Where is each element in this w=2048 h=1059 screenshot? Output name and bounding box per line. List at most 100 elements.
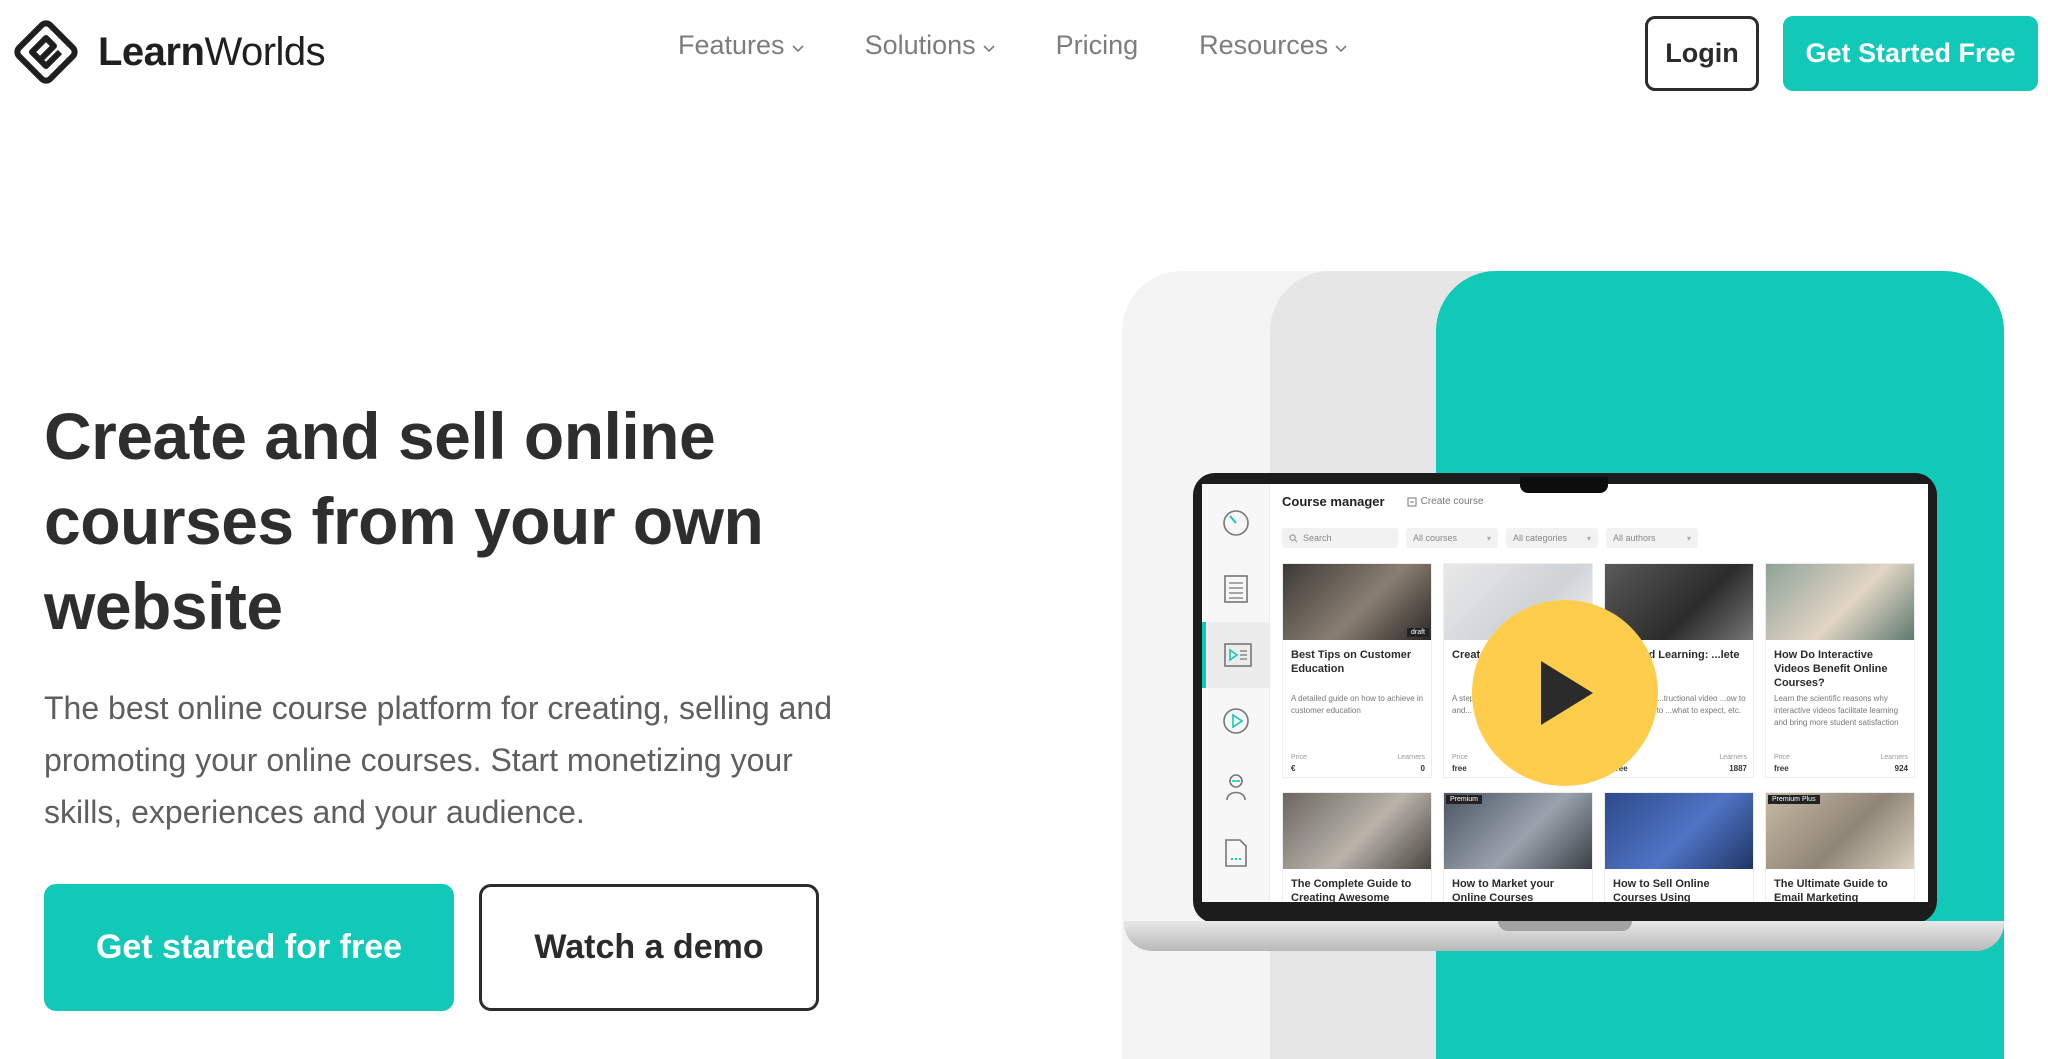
app-filters: Search All courses ▾ All categories ▾ All … <box>1282 528 1706 548</box>
hero-subtitle-line: The best online course platform for crea… <box>44 690 832 726</box>
course-thumbnail <box>1766 564 1914 640</box>
sidebar-item-reports[interactable] <box>1202 820 1270 886</box>
premium-plus-badge: Premium Plus <box>1768 795 1820 804</box>
watch-demo-button[interactable]: Watch a demo <box>479 884 819 1011</box>
users-icon <box>1226 774 1246 801</box>
app-search-input[interactable]: Search <box>1282 528 1398 548</box>
pages-icon <box>1224 575 1248 603</box>
laptop-base-notch <box>1498 921 1632 931</box>
course-card[interactable]: Premium How to Market your Online Course… <box>1443 792 1593 902</box>
course-thumbnail <box>1283 793 1431 869</box>
premium-badge: Premium <box>1446 795 1483 804</box>
hero-title-line: Create and sell online <box>44 399 716 473</box>
hero-subtitle-line: skills, experiences and your audience. <box>44 794 585 830</box>
filter-all-courses[interactable]: All courses ▾ <box>1406 528 1498 548</box>
price-label: Price <box>1291 754 1307 761</box>
play-icon <box>1541 661 1593 725</box>
create-course-label: Create course <box>1420 496 1484 507</box>
price-label: Price <box>1774 754 1790 761</box>
learners-label: Learners <box>1880 754 1908 761</box>
nav-item-label: Solutions <box>864 30 976 60</box>
play-video-button[interactable] <box>1472 600 1658 786</box>
main-nav: Features Solutions Pricing Resources <box>678 30 1408 61</box>
nav-item-label: Features <box>678 30 785 60</box>
sidebar-item-dashboard[interactable] <box>1202 490 1270 556</box>
site-header: LearnWorlds Features Solutions Pricing R… <box>0 0 2048 105</box>
course-title: How to Sell Online Courses Using <box>1613 878 1710 902</box>
sidebar-item-pages[interactable] <box>1202 556 1270 622</box>
nav-item-solutions[interactable]: Solutions <box>865 30 996 61</box>
login-button[interactable]: Login <box>1645 16 1759 91</box>
learners-label: Learners <box>1719 754 1747 761</box>
sidebar-item-users[interactable] <box>1202 754 1270 820</box>
course-card[interactable]: The Complete Guide to Creating Awesome <box>1282 792 1432 902</box>
chevron-down-icon <box>983 44 995 52</box>
app-sidebar <box>1202 484 1270 902</box>
course-title: The Complete Guide to Creating Awesome <box>1291 878 1412 902</box>
course-title: The Ultimate Guide to Email Marketing <box>1774 878 1888 902</box>
status-badge: draft <box>1406 628 1429 637</box>
course-thumbnail <box>1444 793 1592 869</box>
filter-all-authors[interactable]: All authors ▾ <box>1606 528 1698 548</box>
learners-value: 1887 <box>1729 764 1747 773</box>
get-started-for-free-button[interactable]: Get started for free <box>44 884 454 1011</box>
course-manager-icon <box>1224 643 1252 667</box>
sidebar-item-video[interactable] <box>1202 688 1270 754</box>
course-thumbnail <box>1766 793 1914 869</box>
learners-value: 0 <box>1420 764 1425 773</box>
course-manager-title: Course manager <box>1282 494 1385 509</box>
course-meta-labels: Price Learners <box>1291 754 1425 761</box>
course-card[interactable]: draft Best Tips on Customer Education A … <box>1282 563 1432 778</box>
hero-title-line: courses from your own <box>44 484 764 558</box>
price-label: Price <box>1452 754 1468 761</box>
price-value: free <box>1774 764 1789 773</box>
video-icon <box>1223 708 1249 734</box>
course-thumbnail <box>1605 793 1753 869</box>
course-meta-values: free 1887 <box>1613 764 1747 773</box>
create-course-link[interactable]: Create course <box>1407 496 1484 507</box>
search-icon <box>1289 533 1298 542</box>
caret-down-icon: ▾ <box>1686 533 1691 543</box>
laptop-camera-notch <box>1520 477 1608 493</box>
learnworlds-logo-icon <box>14 20 78 84</box>
nav-item-label: Pricing <box>1055 30 1139 60</box>
filter-label: All courses <box>1413 533 1458 543</box>
hero-title-line: website <box>44 569 283 643</box>
brand-name-light: Worlds <box>204 29 326 74</box>
course-meta-values: €0 <box>1291 764 1425 773</box>
course-card[interactable]: How to Sell Online Courses Using <box>1604 792 1754 902</box>
price-value: free <box>1452 764 1467 773</box>
course-title: Best Tips on Customer Education <box>1291 649 1412 675</box>
app-topbar: Course manager Create course <box>1282 494 1483 509</box>
nav-item-label: Resources <box>1199 30 1329 60</box>
chevron-down-icon <box>1335 44 1347 52</box>
chevron-down-icon <box>791 44 804 52</box>
nav-item-features[interactable]: Features <box>678 30 805 61</box>
nav-item-resources[interactable]: Resources <box>1199 30 1348 61</box>
sidebar-item-course-manager[interactable] <box>1202 622 1270 688</box>
create-course-icon <box>1407 497 1417 506</box>
search-placeholder: Search <box>1303 533 1332 543</box>
nav-item-pricing[interactable]: Pricing <box>1056 30 1139 61</box>
course-title: How Do Interactive Videos Benefit Online… <box>1774 649 1888 689</box>
caret-down-icon: ▾ <box>1586 533 1591 543</box>
dashboard-icon <box>1223 510 1249 536</box>
learners-value: 924 <box>1894 764 1908 773</box>
course-card[interactable]: Premium Plus The Ultimate Guide to Email… <box>1765 792 1915 902</box>
brand-logo[interactable]: LearnWorlds <box>10 16 326 88</box>
get-started-free-button[interactable]: Get Started Free <box>1783 16 2038 91</box>
filter-label: All authors <box>1613 533 1656 543</box>
price-value: € <box>1291 764 1296 773</box>
learners-label: Learners <box>1397 754 1425 761</box>
course-meta-values: free 924 <box>1774 764 1908 773</box>
brand-name-bold: Learn <box>98 29 205 74</box>
filter-label: All categories <box>1513 533 1568 543</box>
hero-subtitle: The best online course platform for crea… <box>44 682 944 838</box>
hero-subtitle-line: promoting your online courses. Start mon… <box>44 742 793 778</box>
filter-all-categories[interactable]: All categories ▾ <box>1506 528 1598 548</box>
course-description: Learn the scientific reasons why interac… <box>1774 694 1899 727</box>
course-card[interactable]: How Do Interactive Videos Benefit Online… <box>1765 563 1915 778</box>
hero-title: Create and sell online courses from your… <box>44 394 844 649</box>
course-title: How to Market your Online Courses <box>1452 878 1555 902</box>
course-description: A detailed guide on how to achieve in cu… <box>1291 694 1424 715</box>
